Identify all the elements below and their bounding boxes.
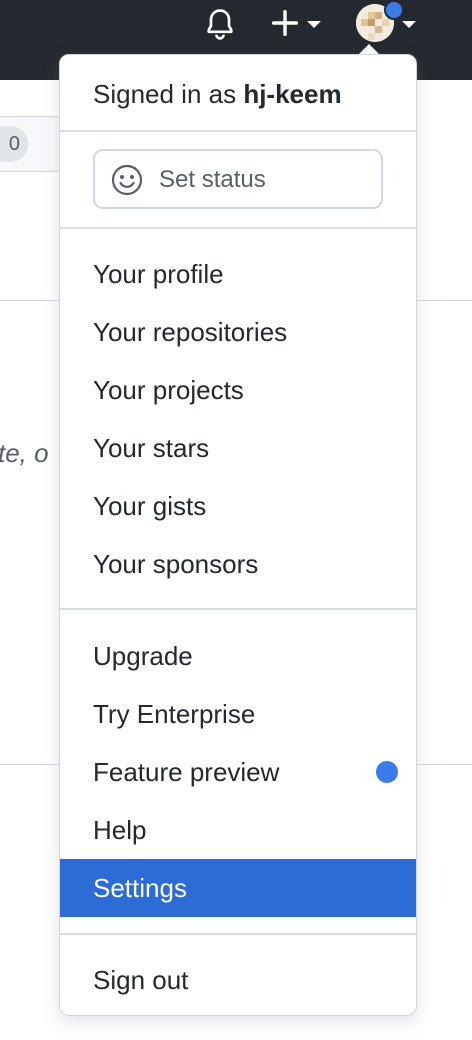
menu-pointer: [359, 44, 379, 54]
menu-item-upgrade[interactable]: Upgrade: [60, 627, 416, 685]
menu-item-feature-preview[interactable]: Feature preview: [60, 743, 416, 801]
menu-divider: [60, 227, 416, 229]
chevron-down-icon[interactable]: [307, 21, 321, 28]
plus-icon[interactable]: [268, 6, 302, 40]
menu-item-your-gists[interactable]: Your gists: [60, 477, 416, 535]
signed-in-prefix: Signed in as: [93, 79, 244, 109]
set-status-label: Set status: [159, 166, 266, 193]
set-status-button[interactable]: Set status: [93, 149, 383, 209]
background-partial-text: te, o: [0, 438, 49, 468]
avatar-chevron-down-icon[interactable]: [402, 21, 416, 28]
menu-item-try-enterprise[interactable]: Try Enterprise: [60, 685, 416, 743]
menu-item-your-sponsors[interactable]: Your sponsors: [60, 535, 416, 593]
menu-item-settings[interactable]: Settings: [60, 859, 416, 917]
signed-in-header: Signed in as hj-keem: [93, 79, 342, 110]
menu-item-sign-out[interactable]: Sign out: [60, 951, 416, 1009]
menu-item-your-repositories[interactable]: Your repositories: [60, 303, 416, 361]
menu-divider: [60, 130, 416, 132]
menu-divider: [60, 933, 416, 935]
user-dropdown-menu: Signed in as hj-keem Set status Your pro…: [59, 54, 417, 1016]
menu-item-your-stars[interactable]: Your stars: [60, 419, 416, 477]
menu-item-help[interactable]: Help: [60, 801, 416, 859]
menu-divider: [60, 608, 416, 610]
menu-item-your-profile[interactable]: Your profile: [60, 245, 416, 303]
notification-dot: [384, 0, 404, 20]
bell-icon[interactable]: [202, 6, 238, 42]
feature-preview-indicator-dot: [376, 761, 398, 783]
username: hj-keem: [243, 79, 342, 109]
menu-item-your-projects[interactable]: Your projects: [60, 361, 416, 419]
smiley-icon: [111, 164, 143, 196]
